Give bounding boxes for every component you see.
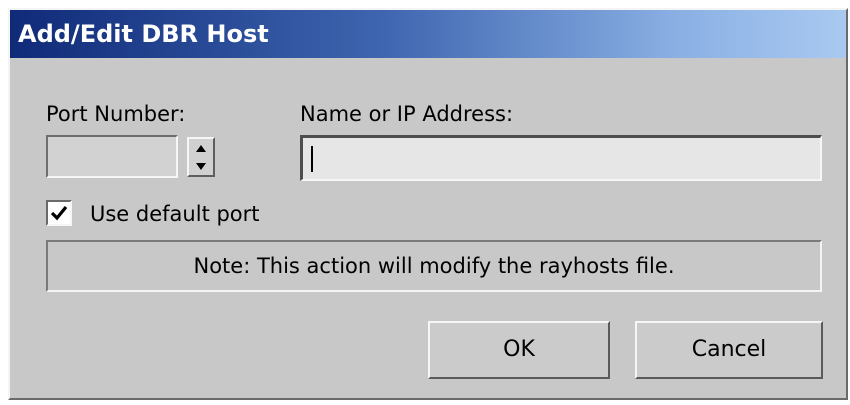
port-number-spinner[interactable]: [187, 137, 215, 177]
use-default-port-label[interactable]: Use default port: [90, 202, 260, 226]
dbr-host-dialog: Add/Edit DBR Host Port Number: Name or I…: [8, 8, 848, 400]
use-default-port-checkbox[interactable]: [46, 200, 72, 226]
note-panel: Note: This action will modify the rayhos…: [46, 240, 822, 292]
port-number-label: Port Number:: [46, 102, 186, 126]
address-label: Name or IP Address:: [300, 102, 514, 126]
cancel-button[interactable]: Cancel: [635, 321, 823, 379]
arrow-up-icon: [196, 144, 206, 152]
arrow-down-icon: [196, 162, 206, 170]
port-number-input[interactable]: [46, 135, 178, 178]
address-input[interactable]: [300, 135, 822, 181]
text-caret: [311, 146, 313, 172]
cancel-button-label: Cancel: [691, 337, 767, 362]
dialog-title: Add/Edit DBR Host: [18, 20, 269, 48]
checkmark-icon: [50, 205, 68, 221]
spinner-up-button[interactable]: [189, 139, 213, 157]
ok-button[interactable]: OK: [428, 321, 610, 379]
spinner-down-button[interactable]: [189, 157, 213, 175]
ok-button-label: OK: [503, 337, 535, 362]
note-text: Note: This action will modify the rayhos…: [193, 254, 675, 278]
title-bar[interactable]: Add/Edit DBR Host: [10, 10, 846, 58]
